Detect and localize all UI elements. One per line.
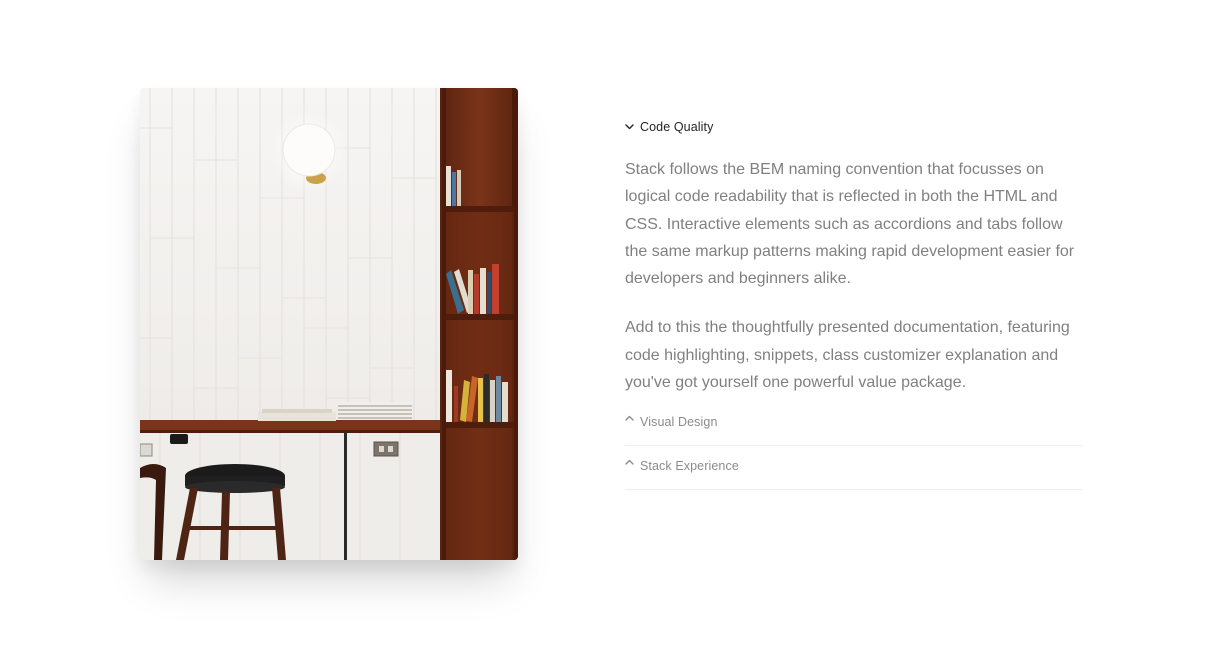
accordion-title: Stack Experience: [640, 459, 739, 474]
feature-accordion: Code Quality Stack follows the BEM namin…: [625, 114, 1083, 500]
accordion-item-stack-experience: Stack Experience: [625, 456, 1083, 491]
accordion-content: Stack follows the BEM naming convention …: [625, 140, 1083, 412]
accordion-item-visual-design: Visual Design: [625, 412, 1083, 447]
accordion-toggle-stack-experience[interactable]: Stack Experience: [625, 456, 1083, 491]
chevron-up-icon: [625, 459, 640, 466]
body-paragraph: Add to this the thoughtfully presented d…: [625, 319, 1070, 392]
body-paragraph: Stack follows the BEM naming convention …: [625, 161, 1075, 288]
accordion-title: Code Quality: [640, 120, 714, 134]
accordion-item-code-quality: Code Quality Stack follows the BEM namin…: [625, 114, 1083, 412]
chevron-up-icon: [625, 415, 640, 422]
accordion-toggle-code-quality[interactable]: Code Quality: [625, 114, 1083, 140]
cafe-interior-photo: [140, 88, 518, 560]
accordion-title: Visual Design: [640, 415, 718, 430]
chevron-down-icon: [625, 124, 640, 130]
feature-image: [140, 88, 518, 560]
accordion-toggle-visual-design[interactable]: Visual Design: [625, 412, 1083, 447]
